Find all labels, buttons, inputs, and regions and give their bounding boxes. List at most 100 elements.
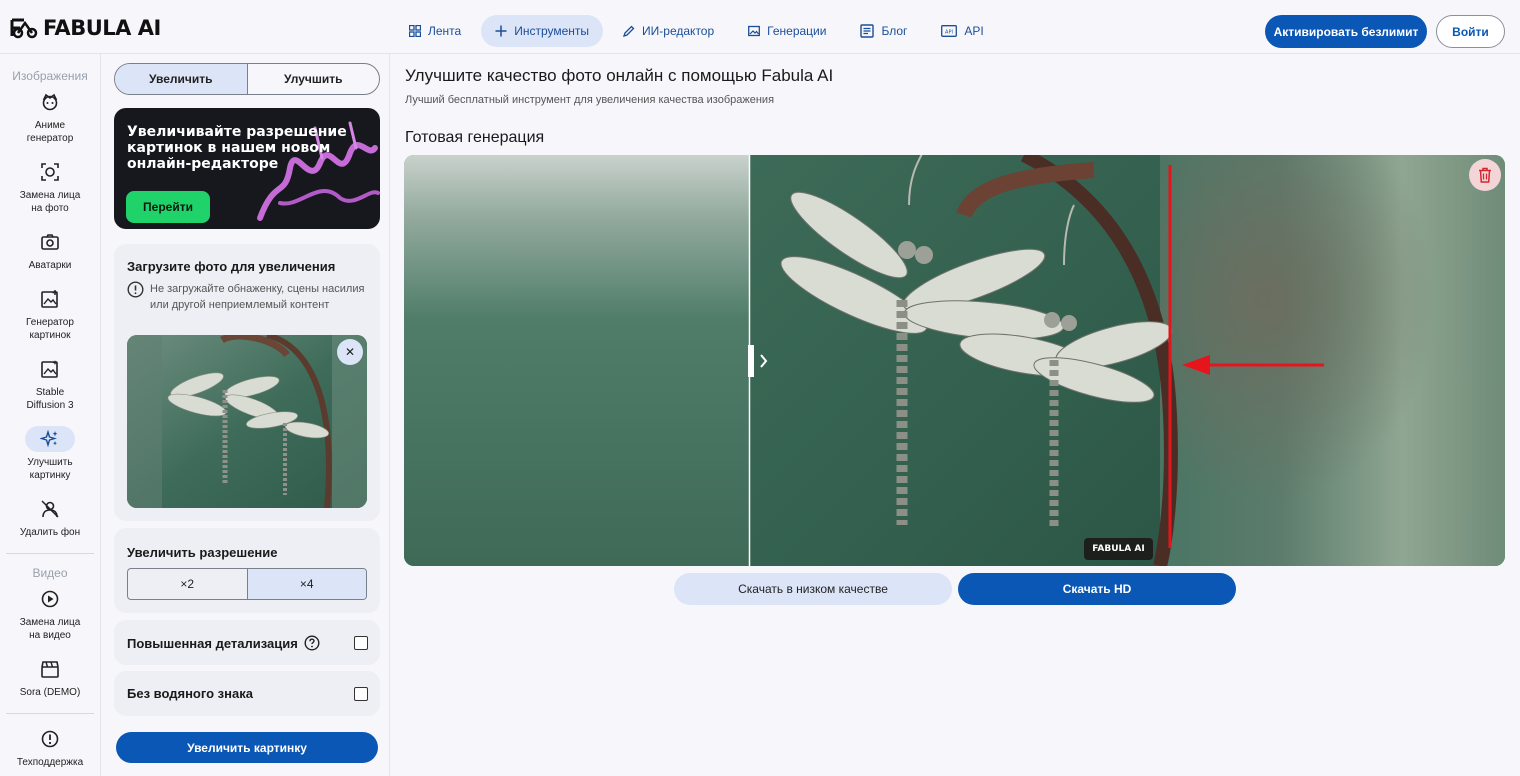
remove-background-icon: [41, 500, 59, 518]
detail-card[interactable]: Повышенная детализация: [114, 620, 380, 665]
top-bar: FABULA AI Лента Инструменты ИИ-редактор …: [0, 0, 1520, 54]
sidebar-item-anime-line1: Аниме: [34, 120, 66, 131]
image-plus-icon: [41, 290, 58, 308]
promo-banner[interactable]: Увеличивайте разрешение картинок в нашем…: [114, 108, 380, 229]
delete-result-button[interactable]: [1469, 159, 1501, 191]
clapperboard-icon: [41, 661, 59, 678]
activate-unlimited-button[interactable]: Активировать безлимит: [1265, 15, 1427, 48]
sidebar-item-enhance-line1: Улучшить: [27, 457, 73, 468]
nav-tools-label: Инструменты: [514, 24, 590, 38]
anime-face-icon: [42, 93, 58, 111]
alert-circle-icon: [41, 730, 59, 748]
plus-icon: [495, 25, 507, 37]
sidebar-item-support[interactable]: Техподдержка: [0, 726, 100, 769]
nav-blog[interactable]: Блог: [846, 15, 921, 47]
upload-card: Загрузите фото для увеличения Не загружа…: [114, 244, 380, 521]
nav-generations[interactable]: Генерации: [734, 15, 840, 47]
fabula-logo-icon: [10, 18, 38, 39]
nav-ai-editor[interactable]: ИИ-редактор: [609, 15, 728, 47]
download-hd-button[interactable]: Скачать HD: [958, 573, 1236, 605]
sparkles-icon: [40, 429, 58, 448]
upload-warning-text: Не загружайте обнаженку, сцены насилия и…: [150, 283, 365, 311]
watermark-card[interactable]: Без водяного знака: [114, 671, 380, 716]
result-title: Готовая генерация: [405, 129, 545, 146]
detail-checkbox[interactable]: [354, 636, 368, 650]
sidebar-item-remove-bg-line1: Удалить фон: [19, 527, 81, 538]
sidebar-item-face-swap[interactable]: Замена лица на фото: [0, 159, 100, 215]
page-title: Улучшите качество фото онлайн с помощью …: [405, 66, 834, 85]
download-low-quality-button[interactable]: Скачать в низком качестве: [674, 573, 952, 605]
sidebar-item-video-face-swap-line1: Замена лица: [19, 617, 81, 628]
settings-panel: Увеличить Улучшить Увеличивайте разрешен…: [101, 54, 390, 776]
close-icon: ✕: [344, 345, 356, 359]
svg-text:API: API: [945, 30, 953, 36]
sidebar-item-enhance-line2: картинку: [29, 470, 71, 481]
result-comparison-image: [404, 155, 1505, 566]
nav-tools[interactable]: Инструменты: [481, 15, 604, 47]
sidebar-item-stable-diffusion-line1: Stable: [35, 387, 65, 398]
sidebar-item-video-face-swap[interactable]: Замена лица на видео: [0, 586, 100, 642]
sidebar-item-face-swap-line2: на фото: [31, 203, 69, 214]
nav-feed[interactable]: Лента: [395, 15, 475, 47]
sidebar-divider-bottom: [6, 713, 94, 714]
camera-icon: [41, 234, 59, 250]
tools-sidebar: Изображения Аниме генератор Замена лица …: [0, 54, 101, 776]
nav-ai-editor-label: ИИ-редактор: [642, 24, 715, 38]
logo-text: FABULA AI: [43, 16, 161, 40]
images-section-label: Изображения: [12, 69, 88, 83]
sidebar-item-sora-line1: Sora (DEMO): [19, 687, 81, 698]
sidebar-item-enhance[interactable]: Улучшить картинку: [0, 426, 100, 482]
main-content: Улучшите качество фото онлайн с помощью …: [390, 54, 1520, 776]
mode-upscale-button[interactable]: Увеличить: [115, 64, 248, 94]
sidebar-item-remove-bg[interactable]: Удалить фон: [0, 496, 100, 539]
sidebar-item-image-generator-line1: Генератор: [26, 317, 74, 328]
image-sparkle-icon: [41, 360, 58, 378]
result-image-viewer[interactable]: FABULA AI: [404, 155, 1505, 566]
remove-image-button[interactable]: ✕: [337, 339, 363, 365]
detail-row: Повышенная детализация: [127, 635, 320, 651]
sidebar-item-stable-diffusion[interactable]: Stable Diffusion 3: [0, 356, 100, 412]
trash-icon: [1479, 167, 1491, 183]
banner-text: Увеличивайте разрешение картинок в нашем…: [127, 124, 347, 172]
main-nav: Лента Инструменты ИИ-редактор Генерации …: [395, 15, 998, 47]
document-icon: [860, 24, 875, 38]
scale-x4-option[interactable]: ×4: [246, 569, 366, 599]
image-icon: [748, 25, 761, 37]
watermark-badge: FABULA AI: [1084, 538, 1153, 560]
nav-feed-label: Лента: [428, 24, 462, 38]
sidebar-item-anime[interactable]: Аниме генератор: [0, 89, 100, 145]
upload-title: Загрузите фото для увеличения: [127, 259, 336, 274]
nav-api[interactable]: API API: [927, 15, 997, 47]
mode-enhance-button[interactable]: Улучшить: [248, 64, 380, 94]
sidebar-divider: [6, 553, 94, 554]
logo[interactable]: FABULA AI: [10, 16, 161, 40]
sidebar-item-image-generator[interactable]: Генератор картинок: [0, 286, 100, 342]
nav-blog-label: Блог: [881, 24, 908, 38]
sidebar-item-stable-diffusion-line2: Diffusion 3: [26, 400, 74, 411]
sidebar-item-image-generator-line2: картинок: [29, 330, 71, 341]
sidebar-item-video-face-swap-line2: на видео: [29, 630, 71, 641]
no-watermark-checkbox[interactable]: [354, 687, 368, 701]
scale-selector: ×2 ×4: [127, 568, 367, 600]
uploaded-image-thumbnail[interactable]: ✕: [127, 335, 367, 508]
page-subtitle: Лучший бесплатный инструмент для увеличе…: [405, 94, 775, 106]
resolution-card: Увеличить разрешение ×2 ×4: [114, 528, 380, 613]
pencil-icon: [623, 25, 635, 37]
sidebar-item-avatars-line1: Аватарки: [28, 260, 72, 271]
detail-label: Повышенная детализация: [127, 635, 298, 651]
sidebar-item-sora[interactable]: Sora (DEMO): [0, 656, 100, 699]
warning-icon: [127, 281, 144, 298]
login-button[interactable]: Войти: [1436, 15, 1505, 48]
nav-generations-label: Генерации: [767, 24, 827, 38]
help-icon[interactable]: [304, 635, 320, 651]
sidebar-item-face-swap-line1: Замена лица: [19, 190, 81, 201]
sidebar-item-anime-line2: генератор: [26, 133, 74, 144]
grid-icon: [409, 25, 421, 37]
scale-x2-option[interactable]: ×2: [128, 569, 247, 599]
resolution-title: Увеличить разрешение: [127, 545, 278, 560]
sidebar-item-avatars[interactable]: Аватарки: [0, 229, 100, 272]
face-scan-icon: [41, 163, 59, 181]
upscale-image-button[interactable]: Увеличить картинку: [116, 732, 378, 763]
banner-go-button[interactable]: Перейти: [126, 191, 210, 223]
video-section-label: Видео: [32, 566, 68, 580]
